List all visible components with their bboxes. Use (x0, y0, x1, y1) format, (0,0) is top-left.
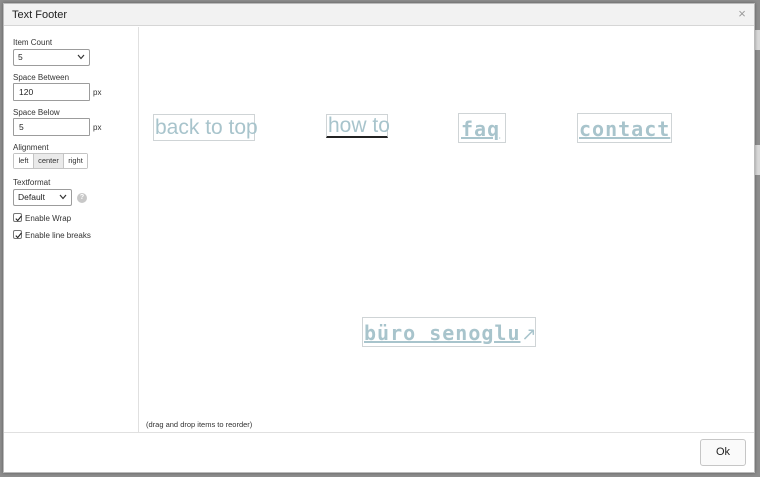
enable-line-breaks-checkbox[interactable] (13, 230, 22, 239)
footer-item-back-to-top[interactable]: back to top (153, 114, 258, 141)
textformat-label: Textformat (13, 178, 51, 187)
space-below-input[interactable]: 5 (13, 118, 90, 136)
checkmark-icon (15, 232, 22, 239)
align-right-button[interactable]: right (64, 154, 87, 168)
alignment-label: Alignment (13, 143, 49, 152)
footer-item-contact[interactable]: contact (577, 113, 672, 143)
space-between-input[interactable]: 120 (13, 83, 90, 101)
ok-button[interactable]: Ok (700, 439, 746, 466)
enable-line-breaks-label: Enable line breaks (25, 231, 91, 240)
textformat-select[interactable]: Default (13, 189, 72, 206)
dialog-footer: Ok (4, 432, 754, 472)
enable-wrap-label: Enable Wrap (25, 214, 72, 223)
space-between-unit: px (93, 88, 102, 97)
text-footer-dialog: Text Footer × Item Count 5 Space Between… (3, 3, 755, 473)
footer-item-buro-senoglu[interactable]: büro senoglu↗ (362, 317, 538, 347)
settings-sidebar: Item Count 5 Space Between 120 px Space … (4, 27, 139, 434)
align-center-button[interactable]: center (34, 154, 64, 168)
align-left-button[interactable]: left (14, 154, 34, 168)
help-icon[interactable]: ? (77, 193, 87, 203)
footer-item-buro-senoglu-label: büro senoglu (364, 321, 521, 345)
space-between-label: Space Between (13, 73, 70, 82)
close-icon[interactable]: × (735, 7, 749, 21)
textformat-value: Default (18, 192, 45, 202)
item-count-value: 5 (18, 52, 23, 62)
enable-wrap-checkbox[interactable] (13, 213, 22, 222)
space-below-unit: px (93, 123, 102, 132)
dialog-title: Text Footer (12, 9, 68, 21)
footer-item-faq[interactable]: faq (458, 113, 506, 143)
chevron-down-icon (59, 194, 67, 200)
alignment-segmented-control: left center right (13, 153, 88, 169)
footer-item-how-to[interactable]: how to (326, 114, 390, 138)
checkmark-icon (15, 215, 22, 222)
space-below-label: Space Below (13, 108, 60, 117)
item-count-label: Item Count (13, 38, 53, 47)
external-link-arrow-icon: ↗ (521, 324, 538, 345)
reorder-hint: (drag and drop items to reorder) (146, 420, 253, 429)
item-count-select[interactable]: 5 (13, 49, 90, 66)
dialog-header: Text Footer × (4, 4, 754, 26)
footer-preview-canvas: back to top how to faq contact büro seno… (140, 27, 754, 434)
chevron-down-icon (77, 54, 85, 60)
